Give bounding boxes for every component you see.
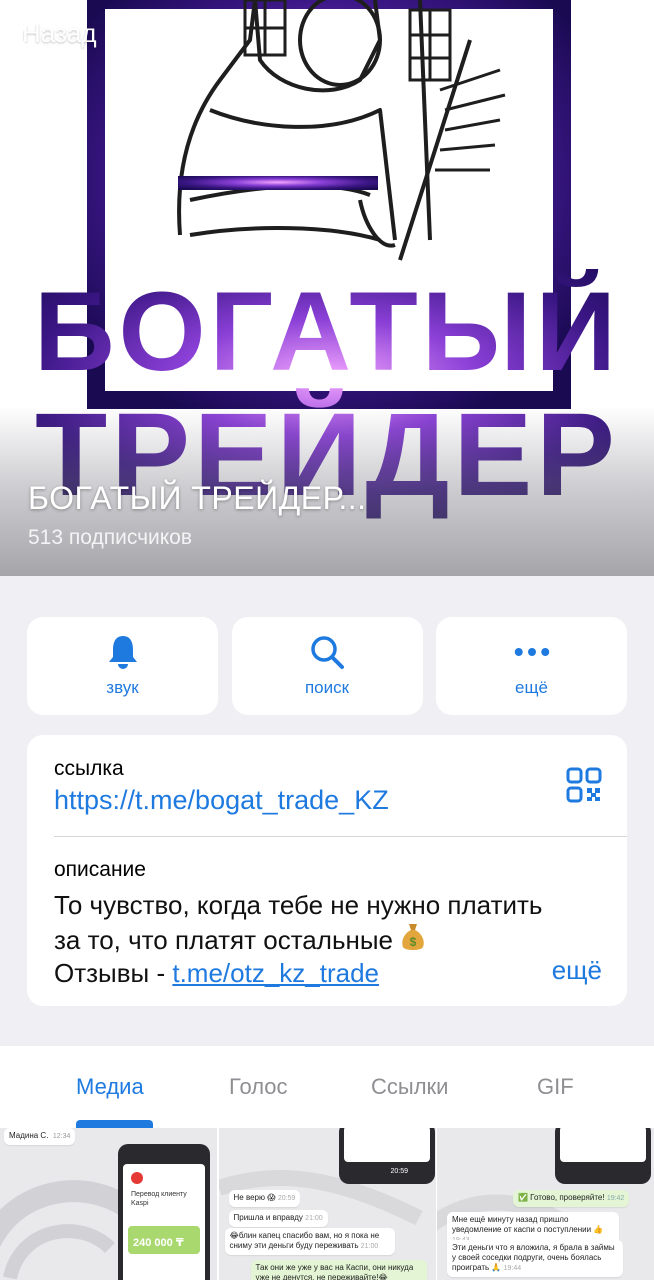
chat-text: Эти деньги что я вложила, я брала в займ… [452, 1243, 615, 1272]
phone-screenshot: Перевод клиенту Kaspi 240 000 ₸ [118, 1144, 210, 1280]
media-grid: Мадина С. 12:34 Перевод клиенту Kaspi 24… [0, 1128, 654, 1280]
chat-time: 21:00 [305, 1215, 323, 1222]
more-label: ещё [515, 678, 548, 697]
tab-links[interactable]: Ссылки [371, 1074, 448, 1100]
action-buttons: звук поиск ещё [27, 617, 627, 715]
description-line-1: То чувство, когда тебе не нужно платить [54, 890, 543, 920]
phone-screenshot [555, 1128, 651, 1184]
chat-text: 😂блин капец спасибо вам, но я пока не сн… [229, 1231, 380, 1250]
reviews-prefix: Отзывы - [54, 958, 173, 988]
qr-code-icon[interactable] [566, 767, 602, 803]
subscriber-count: 513 подписчиков [28, 526, 193, 549]
transfer-amount: 240 000 ₸ [133, 1237, 184, 1249]
media-tabs: Медиа Голос Ссылки GIF [0, 1046, 654, 1128]
phone-screen: Перевод клиенту Kaspi 240 000 ₸ [123, 1164, 205, 1280]
media-thumbnail-2[interactable]: 20:59 Не верю 😱 20:59 Пришла и вправду 2… [218, 1128, 436, 1280]
link-label: ссылка [54, 757, 124, 780]
sound-label: звук [106, 678, 139, 697]
description-label: описание [54, 858, 146, 881]
tab-media[interactable]: Медиа [76, 1074, 144, 1100]
info-divider [54, 836, 627, 837]
description-more-link[interactable]: ещё [552, 955, 602, 986]
chat-time: 19:44 [503, 1265, 522, 1272]
search-button[interactable]: поиск [231, 617, 423, 715]
chat-text: Пришла и вправду [233, 1213, 303, 1222]
bell-icon [105, 634, 141, 670]
phone-screenshot: 20:59 [338, 1128, 435, 1184]
top-time: 20:59 [390, 1168, 409, 1175]
chat-text: Мне ещё минуту назад пришло уведомление … [452, 1215, 604, 1234]
channel-description: То чувство, когда тебе не нужно платить … [54, 889, 614, 990]
channel-link[interactable]: https://t.me/bogat_trade_KZ [54, 785, 389, 816]
chat-text: ✅ Готово, проверяйте! [518, 1193, 605, 1202]
svg-text:$: $ [410, 935, 417, 949]
chevron-left-icon [14, 19, 32, 53]
active-tab-indicator [76, 1120, 153, 1128]
sender-name: Мадина С. [9, 1131, 49, 1140]
transfer-title: Перевод клиенту Kaspi [131, 1191, 187, 1207]
chat-time: 21:00 [360, 1243, 379, 1250]
chat-text: Так они же уже у вас на Каспи, они никуд… [255, 1263, 414, 1280]
kaspi-logo-icon [131, 1172, 143, 1184]
description-line-3: Отзывы - t.me/otz_kz_trade [54, 957, 614, 990]
chat-bubble-1: Не верю 😱 20:59 [228, 1190, 301, 1207]
channel-info-card: ссылка https://t.me/bogat_trade_KZ описа… [27, 735, 627, 1006]
chat-bubble-3: Эти деньги что я вложила, я брала в займ… [447, 1240, 623, 1277]
more-button[interactable]: ещё [436, 617, 627, 715]
description-line-2: за то, что платят остальные $ [54, 922, 614, 957]
chat-bubble-3: 😂блин капец спасибо вам, но я пока не сн… [224, 1228, 395, 1255]
chat-bubble-4: Так они же уже у вас на Каспи, они никуд… [250, 1260, 427, 1280]
tab-gif[interactable]: GIF [537, 1074, 574, 1100]
phone-screen [343, 1128, 430, 1162]
reviews-link[interactable]: t.me/otz_kz_trade [172, 958, 379, 988]
phone-screen [560, 1128, 646, 1162]
chat-text: Не верю 😱 [233, 1193, 276, 1202]
tab-voice[interactable]: Голос [229, 1074, 288, 1100]
back-button[interactable]: Назад [12, 18, 97, 53]
media-thumbnail-1[interactable]: Мадина С. 12:34 Перевод клиенту Kaspi 24… [0, 1128, 217, 1280]
sender-time: 12:34 [52, 1133, 71, 1140]
more-dots-icon [514, 634, 550, 670]
chat-time: 20:59 [277, 1195, 296, 1202]
sound-button[interactable]: звук [27, 617, 218, 715]
money-bag-icon: $ [402, 924, 424, 950]
channel-title: БОГАТЫЙ ТРЕЙДЕР... [28, 480, 367, 516]
description-line-2-text: за то, что платят остальные [54, 925, 393, 955]
chat-bubble-2: Пришла и вправду 21:00 [228, 1210, 328, 1227]
search-label: поиск [304, 678, 350, 697]
sender-bubble: Мадина С. 12:34 [4, 1128, 76, 1145]
chat-bubble-1: ✅ Готово, проверяйте! 19:42 [513, 1190, 630, 1207]
chat-time: 19:42 [606, 1195, 625, 1202]
channel-cover: БОГАТЫЙ ТРЕЙДЕР [0, 0, 654, 576]
media-thumbnail-3[interactable]: ✅ Готово, проверяйте! 19:42 Мне ещё мину… [437, 1128, 654, 1280]
search-icon [309, 634, 345, 670]
